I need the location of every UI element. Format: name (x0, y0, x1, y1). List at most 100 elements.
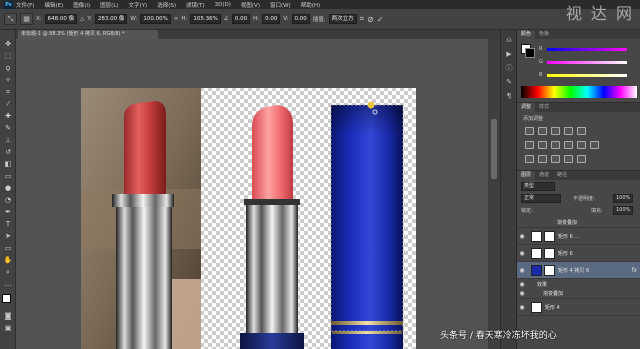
layer-gradient-overlay-row[interactable]: ◉ 渐变叠加 (517, 289, 640, 299)
posterize-adj-icon[interactable] (538, 155, 547, 163)
history-brush-icon[interactable]: ↺ (3, 148, 13, 157)
zoom-tool-icon[interactable]: ⌕ (3, 268, 13, 277)
warp-icon[interactable]: ⌗ (360, 14, 365, 24)
layer-name[interactable]: 矩形 6 ... (558, 233, 579, 240)
menu-3d[interactable]: 3D(D) (215, 2, 231, 8)
layer-row[interactable]: ◉ 矩形 4 (517, 299, 640, 316)
layer-effect-row[interactable]: 渐变叠加 (517, 217, 640, 228)
layer-fx-icon[interactable]: fx (631, 267, 637, 274)
red-slider-bar[interactable] (547, 47, 627, 51)
layer-mask-thumbnail[interactable] (544, 264, 555, 276)
angle-field[interactable]: 0.00 (231, 14, 251, 24)
color-spectrum[interactable] (521, 86, 637, 98)
width-field[interactable]: 100.00% (140, 14, 171, 24)
layer-mask-thumbnail[interactable] (544, 230, 555, 242)
lasso-tool-icon[interactable]: ϙ (3, 64, 13, 73)
menu-view[interactable]: 视图(V) (241, 1, 260, 9)
tab-swatches[interactable]: 色板 (535, 30, 553, 39)
type-tool-icon[interactable]: T (3, 220, 13, 229)
red-slider[interactable]: R (539, 46, 629, 52)
dodge-tool-icon[interactable]: ◔ (3, 196, 13, 205)
hue-sat-adj-icon[interactable] (525, 141, 534, 149)
layer-row[interactable]: ◉ 矩形 6 (517, 245, 640, 262)
x-field[interactable]: 648.00 像 (44, 14, 78, 24)
gradient-tool-icon[interactable]: ▭ (3, 172, 13, 181)
layer-mask-thumbnail[interactable] (544, 247, 555, 259)
document-tab[interactable]: 未标题-1 @ 88.3% (矩形 4 拷贝 6, RGB/8) * (18, 30, 158, 39)
menu-layer[interactable]: 图层(L) (100, 1, 118, 9)
relative-position-icon[interactable]: △ (80, 16, 84, 22)
path-select-icon[interactable]: ➤ (3, 232, 13, 241)
opacity-field[interactable]: 100% (613, 194, 634, 203)
photo-filter-adj-icon[interactable] (564, 141, 573, 149)
menu-select[interactable]: 选择(S) (157, 1, 176, 9)
visibility-eye-icon[interactable]: ◉ (517, 290, 527, 297)
tab-styles[interactable]: 样式 (535, 103, 553, 112)
visibility-eye-icon[interactable]: ◉ (517, 281, 527, 288)
brightness-adj-icon[interactable] (525, 127, 534, 135)
selective-color-adj-icon[interactable] (577, 155, 586, 163)
layer-row[interactable]: ◉ 矩形 6 ... (517, 228, 640, 245)
tab-color[interactable]: 颜色 (517, 30, 536, 39)
color-lookup-adj-icon[interactable] (590, 141, 599, 149)
blur-tool-icon[interactable]: ● (3, 184, 13, 193)
hskew-field[interactable]: 0.00 (262, 14, 281, 24)
tab-layers[interactable]: 图层 (517, 171, 536, 180)
layer-name[interactable]: 矩形 4 拷贝 6 (558, 267, 589, 274)
menu-image[interactable]: 图像(I) (73, 1, 90, 9)
scrollbar-thumb[interactable] (491, 119, 497, 179)
menu-help[interactable]: 帮助(H) (301, 1, 320, 9)
transform-tool-icon[interactable]: ⤡ (4, 13, 17, 25)
panel-background-swatch[interactable] (525, 48, 535, 58)
brush-tool-icon[interactable]: ✎ (3, 124, 13, 133)
cancel-icon[interactable]: ⊘ (367, 15, 374, 24)
menu-type[interactable]: 文字(Y) (129, 1, 148, 9)
clone-stamp-icon[interactable]: ⊥ (3, 136, 13, 145)
levels-adj-icon[interactable] (538, 127, 547, 135)
canvas[interactable] (16, 39, 500, 349)
green-slider[interactable]: G (539, 59, 629, 65)
vibrance-adj-icon[interactable] (577, 127, 586, 135)
reference-point-icon[interactable]: ▦ (20, 13, 33, 25)
layer-kind-filter[interactable]: 类型 (521, 182, 555, 191)
link-icon[interactable]: ∞ (174, 16, 179, 22)
history-panel-icon[interactable]: ⎌ (504, 36, 514, 45)
vertical-scrollbar[interactable] (488, 39, 500, 349)
visibility-eye-icon[interactable]: ◉ (517, 304, 527, 311)
menu-window[interactable]: 窗口(W) (270, 1, 291, 9)
paragraph-panel-icon[interactable]: ¶ (504, 92, 514, 101)
y-field[interactable]: 283.00 像 (94, 14, 128, 24)
foreground-color-swatch[interactable] (2, 294, 11, 303)
blue-slider[interactable]: B (539, 72, 629, 78)
pen-tool-icon[interactable]: ✒ (3, 208, 13, 217)
blue-slider-bar[interactable] (547, 73, 627, 77)
blend-mode-select[interactable]: 正常 (521, 194, 561, 203)
quick-mask-icon[interactable]: ◙ (3, 312, 13, 321)
shape-tool-icon[interactable]: ▭ (3, 244, 13, 253)
exposure-adj-icon[interactable] (564, 127, 573, 135)
visibility-eye-icon[interactable]: ◉ (517, 233, 527, 240)
layer-effects-row[interactable]: ◉ 效果 (517, 279, 640, 289)
channel-mixer-adj-icon[interactable] (577, 141, 586, 149)
threshold-adj-icon[interactable] (551, 155, 560, 163)
menu-filter[interactable]: 滤镜(T) (186, 1, 205, 9)
interpolation-select[interactable]: 两次立方 (328, 14, 357, 24)
menu-edit[interactable]: 编辑(E) (44, 1, 63, 9)
invert-adj-icon[interactable] (525, 155, 534, 163)
hand-tool-icon[interactable]: ✋ (3, 256, 13, 265)
brush-panel-icon[interactable]: ✎ (504, 78, 514, 87)
marquee-tool-icon[interactable]: ⬚ (3, 52, 13, 61)
eraser-icon[interactable]: ◧ (3, 160, 13, 169)
curves-adj-icon[interactable] (551, 127, 560, 135)
more-tools-icon[interactable]: … (3, 280, 13, 289)
gradient-map-adj-icon[interactable] (564, 155, 573, 163)
tab-paths[interactable]: 路径 (553, 171, 571, 180)
healing-brush-icon[interactable]: ✚ (3, 112, 13, 121)
layer-row-selected[interactable]: ◉ 矩形 4 拷贝 6 fx (517, 262, 640, 279)
eyedropper-icon[interactable]: ⁄ (3, 100, 13, 109)
commit-icon[interactable]: ✓ (377, 15, 384, 24)
crop-tool-icon[interactable]: ⌗ (3, 88, 13, 97)
visibility-eye-icon[interactable]: ◉ (517, 267, 527, 274)
black-white-adj-icon[interactable] (551, 141, 560, 149)
actions-panel-icon[interactable]: ▶ (504, 50, 514, 59)
